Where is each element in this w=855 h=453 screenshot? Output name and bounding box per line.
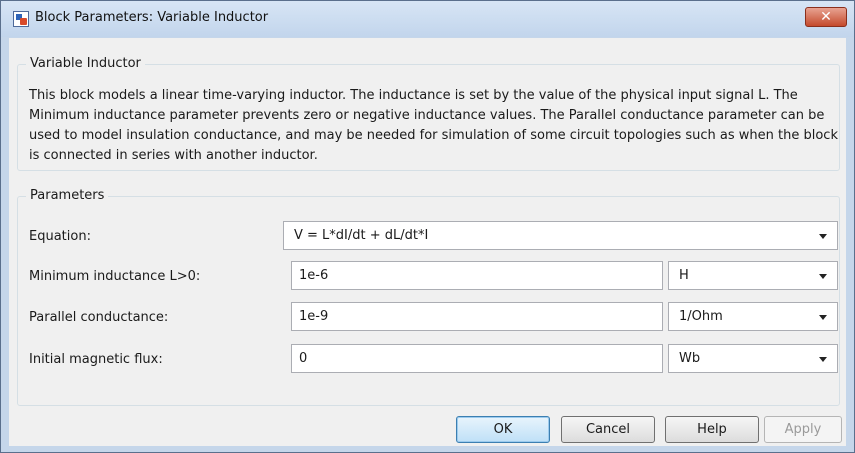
min-inductance-unit-dropdown[interactable]: H: [668, 261, 838, 290]
close-icon: ✕: [820, 9, 832, 25]
parallel-conductance-input[interactable]: 1e-9: [291, 302, 663, 331]
cancel-button[interactable]: Cancel: [561, 416, 655, 443]
equation-dropdown[interactable]: V = L*dI/dt + dL/dt*I: [283, 221, 838, 250]
min-inductance-label: Minimum inductance L>0:: [29, 269, 201, 284]
block-group-title: Variable Inductor: [26, 56, 145, 71]
block-description: This block models a linear time-varying …: [29, 88, 838, 163]
initial-flux-label: Initial magnetic flux:: [29, 352, 163, 367]
parameters-group-title: Parameters: [26, 188, 109, 203]
min-inductance-input[interactable]: 1e-6: [291, 261, 663, 290]
equation-label: Equation:: [29, 229, 91, 244]
close-button[interactable]: ✕: [805, 7, 847, 27]
initial-flux-input[interactable]: 0: [291, 344, 663, 373]
parallel-conductance-unit-dropdown[interactable]: 1/Ohm: [668, 302, 838, 331]
chevron-down-icon: [819, 357, 827, 362]
chevron-down-icon: [819, 234, 827, 239]
dialog-window: Block Parameters: Variable Inductor ✕ Va…: [0, 0, 855, 453]
help-button[interactable]: Help: [665, 416, 759, 443]
min-inductance-value: 1e-6: [299, 268, 329, 283]
equation-value: V = L*dI/dt + dL/dt*I: [294, 228, 429, 243]
chevron-down-icon: [819, 315, 827, 320]
min-inductance-unit: H: [679, 268, 689, 283]
apply-button[interactable]: Apply: [764, 416, 842, 443]
initial-flux-unit-dropdown[interactable]: Wb: [668, 344, 838, 373]
initial-flux-unit: Wb: [679, 351, 701, 366]
parallel-conductance-unit: 1/Ohm: [679, 309, 723, 324]
simulink-block-icon: [13, 11, 29, 27]
title-bar[interactable]: Block Parameters: Variable Inductor ✕: [1, 1, 854, 37]
dialog-content: Variable Inductor This block models a li…: [9, 38, 846, 446]
parallel-conductance-label: Parallel conductance:: [29, 310, 169, 325]
initial-flux-value: 0: [299, 351, 308, 366]
ok-button[interactable]: OK: [456, 416, 550, 443]
parallel-conductance-value: 1e-9: [299, 309, 329, 324]
window-title: Block Parameters: Variable Inductor: [35, 10, 269, 25]
chevron-down-icon: [819, 274, 827, 279]
